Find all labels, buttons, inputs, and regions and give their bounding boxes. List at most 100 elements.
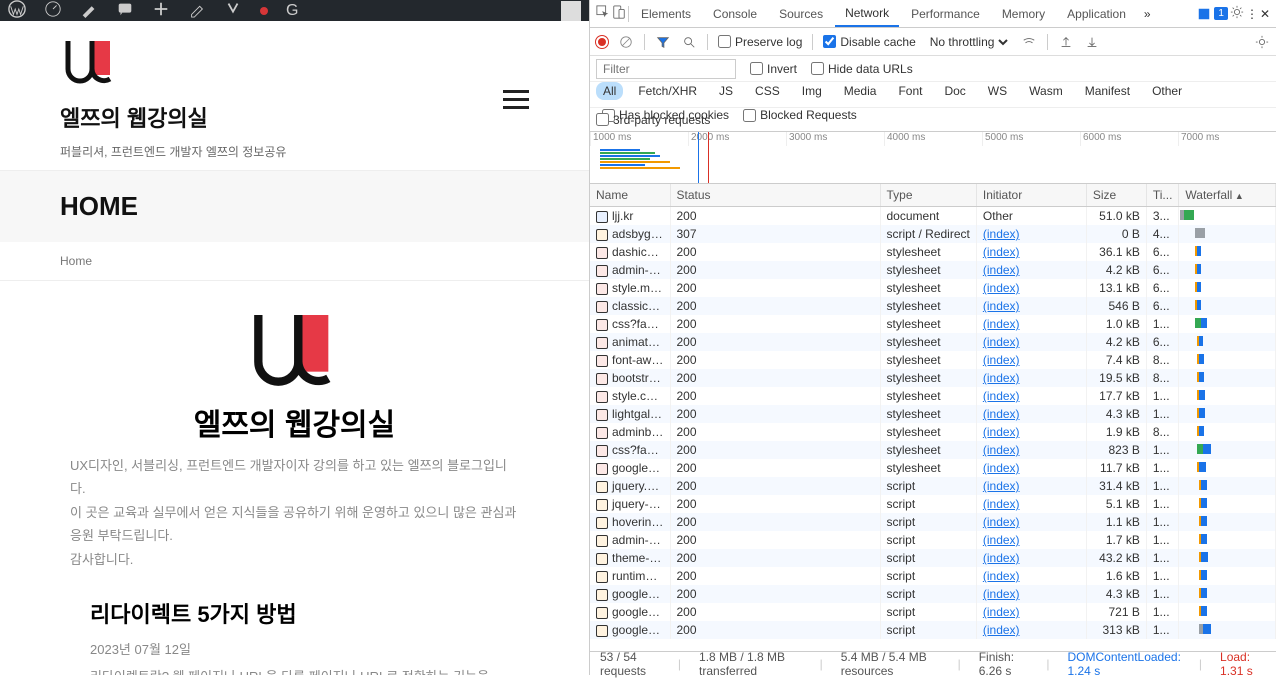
type-font[interactable]: Font xyxy=(891,82,929,100)
table-row[interactable]: admin-bar....200script(index)1.7 kB1... xyxy=(590,531,1276,549)
table-row[interactable]: adminbar-...200stylesheet(index)1.9 kB8.… xyxy=(590,423,1276,441)
table-row[interactable]: googlesite...200script(index)721 B1... xyxy=(590,603,1276,621)
initiator-link[interactable]: (index) xyxy=(983,461,1020,475)
issues-icon[interactable]: 1 xyxy=(1197,7,1228,21)
invert-checkbox[interactable]: Invert xyxy=(750,62,797,76)
more-tabs-icon[interactable]: » xyxy=(1138,7,1157,21)
initiator-link[interactable]: (index) xyxy=(983,263,1020,277)
table-row[interactable]: font-aweso...200stylesheet(index)7.4 kB8… xyxy=(590,351,1276,369)
tab-sources[interactable]: Sources xyxy=(769,0,833,27)
initiator-link[interactable]: (index) xyxy=(983,605,1020,619)
type-media[interactable]: Media xyxy=(837,82,884,100)
tab-console[interactable]: Console xyxy=(703,0,767,27)
table-row[interactable]: admin-bar....200stylesheet(index)4.2 kB6… xyxy=(590,261,1276,279)
type-manifest[interactable]: Manifest xyxy=(1078,82,1137,100)
type-fetch-xhr[interactable]: Fetch/XHR xyxy=(631,82,704,100)
column-waterfall[interactable]: Waterfall ▲ xyxy=(1179,184,1276,207)
table-row[interactable]: dashicons...200stylesheet(index)36.1 kB6… xyxy=(590,243,1276,261)
table-row[interactable]: style.min.cs...200stylesheet(index)13.1 … xyxy=(590,279,1276,297)
comments-icon[interactable] xyxy=(116,0,134,21)
breadcrumb[interactable]: Home xyxy=(0,242,589,281)
clear-icon[interactable] xyxy=(618,34,634,50)
dashboard-icon[interactable] xyxy=(44,0,62,21)
inspect-icon[interactable] xyxy=(596,5,610,22)
preserve-log-checkbox[interactable]: Preserve log xyxy=(718,35,802,49)
settings-icon[interactable] xyxy=(1230,5,1244,22)
initiator-link[interactable]: (index) xyxy=(983,317,1020,331)
wifi-icon[interactable] xyxy=(1021,34,1037,50)
initiator-link[interactable]: (index) xyxy=(983,623,1020,637)
table-row[interactable]: bootstrap....200stylesheet(index)19.5 kB… xyxy=(590,369,1276,387)
table-row[interactable]: googlesite...200script(index)4.3 kB1... xyxy=(590,585,1276,603)
yoast-icon[interactable] xyxy=(224,0,242,21)
table-row[interactable]: ljj.kr200documentOther51.0 kB3... xyxy=(590,207,1276,226)
initiator-link[interactable]: (index) xyxy=(983,587,1020,601)
wp-admin-bar[interactable]: G xyxy=(0,0,589,21)
search-icon[interactable] xyxy=(681,34,697,50)
table-row[interactable]: runtime-84...200script(index)1.6 kB1... xyxy=(590,567,1276,585)
table-row[interactable]: googlesite...200script(index)313 kB1... xyxy=(590,621,1276,639)
table-row[interactable]: animate.mi...200stylesheet(index)4.2 kB6… xyxy=(590,333,1276,351)
table-row[interactable]: lightgallery...200stylesheet(index)4.3 k… xyxy=(590,405,1276,423)
device-toggle-icon[interactable] xyxy=(612,5,626,22)
record-button[interactable] xyxy=(596,36,608,48)
type-ws[interactable]: WS xyxy=(981,82,1014,100)
google-icon[interactable]: G xyxy=(286,2,298,20)
table-row[interactable]: style.css?ve...200stylesheet(index)17.7 … xyxy=(590,387,1276,405)
table-row[interactable]: adsbygoog...307script / Redirect(index)0… xyxy=(590,225,1276,243)
filter-icon[interactable] xyxy=(655,34,671,50)
initiator-link[interactable]: (index) xyxy=(983,371,1020,385)
menu-button[interactable] xyxy=(503,90,529,109)
kebab-icon[interactable]: ⋮ xyxy=(1246,7,1258,21)
initiator-link[interactable]: (index) xyxy=(983,335,1020,349)
table-row[interactable]: classic-the...200stylesheet(index)546 B6… xyxy=(590,297,1276,315)
initiator-link[interactable]: (index) xyxy=(983,515,1020,529)
initiator-link[interactable]: (index) xyxy=(983,443,1020,457)
column-type[interactable]: Type xyxy=(880,184,976,207)
hide-data-urls-checkbox[interactable]: Hide data URLs xyxy=(811,62,913,76)
site-title[interactable]: 엘쯔의 웹강의실 xyxy=(60,101,286,133)
table-row[interactable]: hoverinten...200script(index)1.1 kB1... xyxy=(590,513,1276,531)
network-table[interactable]: NameStatusTypeInitiatorSizeTi...Waterfal… xyxy=(590,184,1276,651)
type-all[interactable]: All xyxy=(596,82,623,100)
timeline-overview[interactable]: 1000 ms2000 ms3000 ms4000 ms5000 ms6000 … xyxy=(590,132,1276,184)
table-row[interactable]: jquery-mig...200script(index)5.1 kB1... xyxy=(590,495,1276,513)
initiator-link[interactable]: (index) xyxy=(983,281,1020,295)
initiator-link[interactable]: (index) xyxy=(983,479,1020,493)
column-name[interactable]: Name xyxy=(590,184,670,207)
tab-elements[interactable]: Elements xyxy=(631,0,701,27)
initiator-link[interactable]: (index) xyxy=(983,425,1020,439)
throttling-select[interactable]: No throttling xyxy=(926,34,1011,50)
wordpress-icon[interactable] xyxy=(8,0,26,21)
customize-icon[interactable] xyxy=(80,0,98,21)
table-row[interactable]: jquery.min...200script(index)31.4 kB1... xyxy=(590,477,1276,495)
table-row[interactable]: css?family...200stylesheet(index)823 B1.… xyxy=(590,441,1276,459)
column-status[interactable]: Status xyxy=(670,184,880,207)
edit-icon[interactable] xyxy=(188,0,206,21)
table-row[interactable]: googlesite...200stylesheet(index)11.7 kB… xyxy=(590,459,1276,477)
type-wasm[interactable]: Wasm xyxy=(1022,82,1070,100)
column-ti[interactable]: Ti... xyxy=(1146,184,1179,207)
initiator-link[interactable]: (index) xyxy=(983,245,1020,259)
initiator-link[interactable]: (index) xyxy=(983,227,1020,241)
post-title[interactable]: 리다이렉트 5가지 방법 xyxy=(90,597,499,629)
table-row[interactable]: theme-all....200script(index)43.2 kB1... xyxy=(590,549,1276,567)
third-party-checkbox[interactable]: 3rd-party requests xyxy=(596,113,710,127)
type-img[interactable]: Img xyxy=(795,82,829,100)
download-icon[interactable] xyxy=(1084,34,1100,50)
initiator-link[interactable]: (index) xyxy=(983,389,1020,403)
table-row[interactable]: css?family...200stylesheet(index)1.0 kB1… xyxy=(590,315,1276,333)
user-avatar[interactable] xyxy=(561,1,581,21)
tab-performance[interactable]: Performance xyxy=(901,0,990,27)
initiator-link[interactable]: (index) xyxy=(983,533,1020,547)
network-settings-icon[interactable] xyxy=(1254,34,1270,50)
type-doc[interactable]: Doc xyxy=(937,82,972,100)
site-logo[interactable] xyxy=(60,39,286,85)
type-other[interactable]: Other xyxy=(1145,82,1189,100)
tab-application[interactable]: Application xyxy=(1057,0,1136,27)
disable-cache-checkbox[interactable]: Disable cache xyxy=(823,35,915,49)
initiator-link[interactable]: (index) xyxy=(983,551,1020,565)
tab-network[interactable]: Network xyxy=(835,0,899,27)
type-css[interactable]: CSS xyxy=(748,82,787,100)
upload-icon[interactable] xyxy=(1058,34,1074,50)
